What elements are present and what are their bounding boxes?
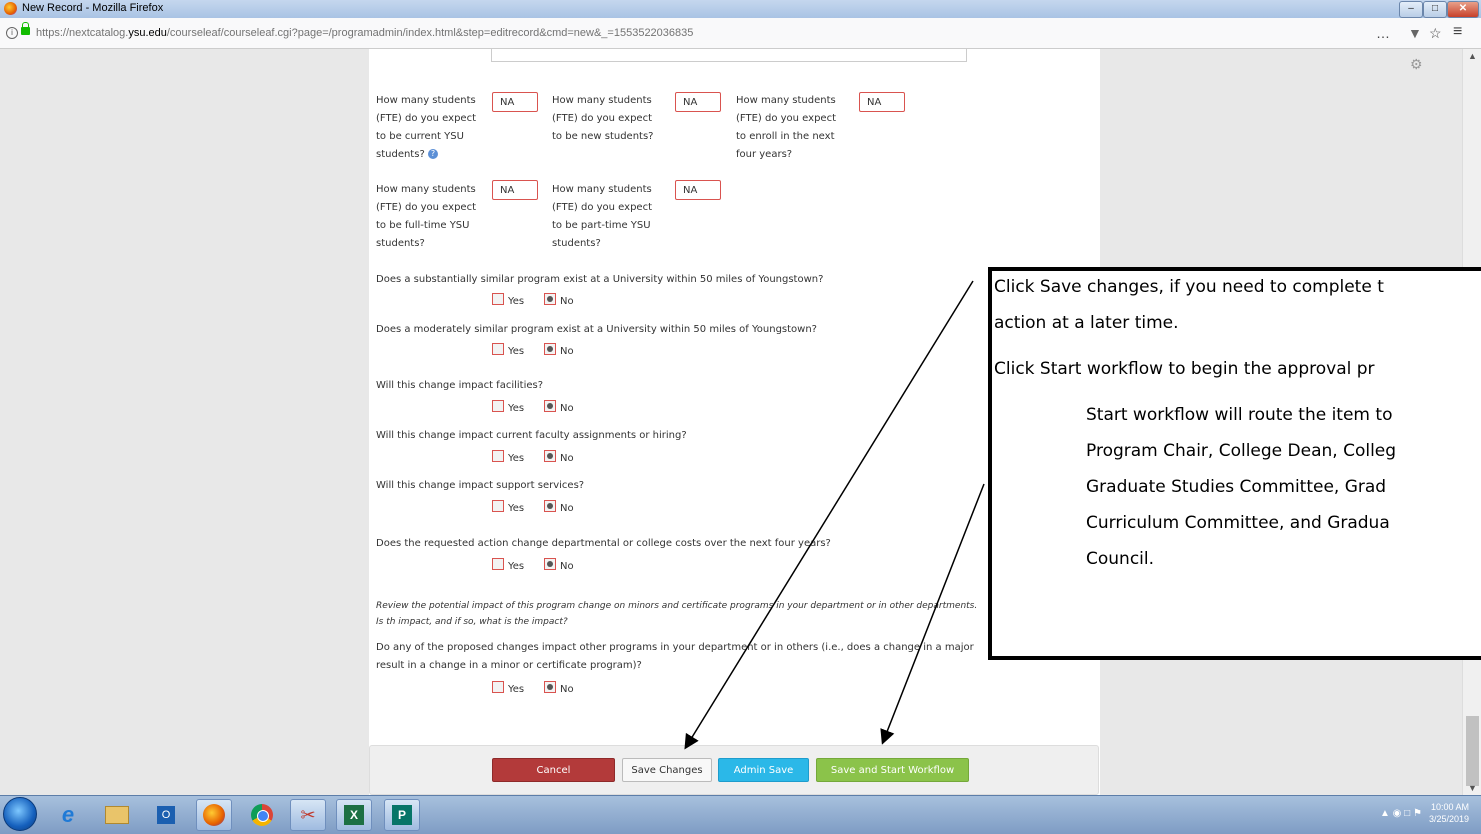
annotation-arrows <box>684 280 985 750</box>
arrow-to-save-changes <box>684 280 974 750</box>
publisher-icon[interactable]: P <box>384 799 420 831</box>
snipping-tool-icon[interactable]: ✂ <box>290 799 326 831</box>
system-tray-icons[interactable]: ▲ ◉ □ ⚑ <box>1380 808 1422 819</box>
clock-date: 3/25/2019 <box>1428 814 1469 824</box>
outlook-icon[interactable]: O <box>148 799 184 831</box>
start-button[interactable] <box>3 797 37 831</box>
file-explorer-icon[interactable] <box>99 799 135 831</box>
windows-taskbar: e O ✂ X P ▲ ◉ □ ⚑ 10:00 AM 3/25/2019 <box>0 795 1481 834</box>
chrome-icon[interactable] <box>244 799 280 831</box>
ie-icon[interactable]: e <box>50 799 86 831</box>
clock[interactable]: 10:00 AM 3/25/2019 <box>1429 801 1469 825</box>
firefox-taskbar-icon[interactable] <box>196 799 232 831</box>
excel-icon[interactable]: X <box>336 799 372 831</box>
arrow-to-start-workflow <box>880 483 985 745</box>
clock-time: 10:00 AM <box>1430 802 1469 812</box>
